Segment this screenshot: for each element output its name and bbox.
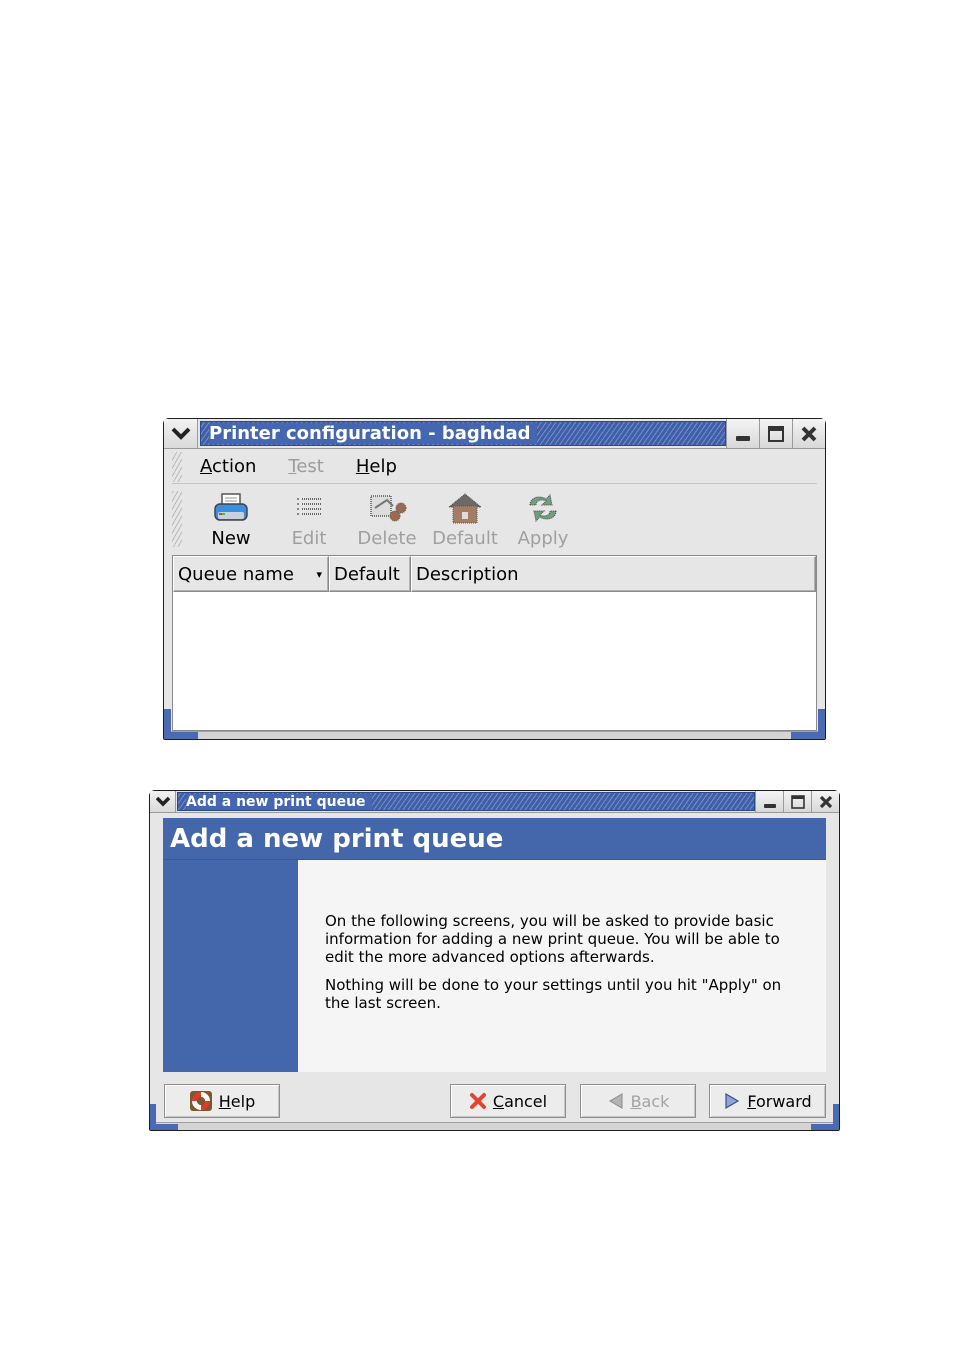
sort-down-icon: ▾	[316, 567, 322, 581]
toolbar-grip-handle[interactable]	[172, 491, 182, 547]
column-description-label: Description	[416, 563, 519, 585]
window-title: Add a new print queue	[177, 792, 755, 811]
back-button[interactable]: Back	[580, 1084, 696, 1118]
edit-button[interactable]: Edit	[274, 490, 344, 549]
window-title-text: Printer configuration - baghdad	[209, 423, 537, 444]
title-bar[interactable]: Add a new print queue	[150, 791, 839, 813]
menu-help-mnemonic: H	[355, 456, 370, 477]
frame-corner-right[interactable]	[833, 1104, 839, 1130]
chevron-down-icon	[155, 796, 170, 806]
forward-mnemonic: F	[747, 1091, 756, 1111]
printer-configuration-window: Printer configuration - baghdad Action T…	[163, 418, 826, 740]
forward-label: Forward	[747, 1092, 811, 1111]
window-title: Printer configuration - baghdad	[200, 421, 726, 446]
help-label: Help	[219, 1092, 255, 1111]
help-button[interactable]: Help	[164, 1084, 280, 1118]
menubar-grip-handle[interactable]	[172, 451, 182, 482]
minimize-icon	[736, 435, 750, 441]
cancel-mnemonic: C	[492, 1091, 505, 1111]
menu-action[interactable]: Action	[200, 456, 256, 477]
menu-test[interactable]: Test	[288, 456, 323, 477]
edit-label: Edit	[291, 527, 327, 549]
window-menu-button[interactable]	[164, 419, 198, 448]
add-print-queue-window: Add a new print queue Add a new print qu…	[149, 790, 840, 1131]
apply-button[interactable]: Apply	[508, 490, 578, 549]
maximize-icon	[790, 794, 805, 809]
queue-list-header: Queue name ▾ Default Description	[173, 556, 816, 592]
window-title-text: Add a new print queue	[186, 793, 372, 810]
close-button[interactable]	[792, 419, 825, 448]
delete-label: Delete	[357, 527, 417, 549]
column-header-default[interactable]: Default	[329, 556, 411, 592]
frame-corner-left[interactable]	[150, 1104, 156, 1130]
back-label-rest: ack	[641, 1091, 670, 1111]
button-row: Help Cancel Back Forward	[163, 1084, 826, 1118]
column-default-label: Default	[334, 563, 400, 585]
default-button[interactable]: Default	[430, 490, 500, 549]
close-icon	[801, 426, 817, 441]
forward-button[interactable]: Forward	[709, 1084, 826, 1118]
window-menu-button[interactable]	[150, 791, 176, 812]
minimize-icon	[763, 803, 776, 808]
close-button[interactable]	[811, 791, 839, 812]
lifebuoy-icon	[189, 1091, 212, 1111]
intro-paragraph: On the following screens, you will be as…	[325, 912, 780, 966]
back-label: Back	[631, 1092, 670, 1111]
forward-label-rest: orward	[755, 1091, 812, 1111]
column-header-description[interactable]: Description	[411, 556, 816, 592]
frame-corner-right[interactable]	[818, 709, 825, 739]
side-panel	[163, 860, 298, 1072]
menu-help[interactable]: Help	[356, 456, 397, 477]
banner-title: Add a new print queue	[170, 823, 504, 854]
new-label: New	[211, 527, 251, 549]
refresh-icon	[529, 493, 557, 522]
cancel-label-rest: ancel	[504, 1091, 548, 1111]
new-button[interactable]: New	[196, 490, 266, 549]
left-arrow-icon	[608, 1093, 623, 1109]
menu-test-label: est	[296, 456, 324, 477]
column-header-queue-name[interactable]: Queue name ▾	[173, 556, 329, 592]
help-mnemonic: H	[218, 1091, 231, 1111]
maximize-button[interactable]	[783, 791, 811, 812]
menu-action-mnemonic: A	[200, 456, 212, 477]
toolbar: New Edit Delete Default Apply	[172, 485, 817, 553]
delete-button[interactable]: Delete	[352, 490, 422, 549]
maximize-button[interactable]	[759, 419, 792, 448]
menu-action-label: ction	[212, 456, 257, 477]
default-label: Default	[432, 527, 498, 549]
x-icon	[469, 1093, 486, 1109]
help-label-rest: elp	[230, 1091, 256, 1111]
minimize-button[interactable]	[726, 419, 759, 448]
back-mnemonic: B	[630, 1091, 642, 1111]
page-banner: Add a new print queue	[163, 818, 826, 860]
menu-bar: Action Test Help	[172, 450, 817, 484]
right-arrow-icon	[725, 1092, 740, 1110]
chevron-down-icon	[171, 427, 190, 440]
maximize-icon	[768, 425, 784, 442]
home-icon	[447, 492, 483, 523]
window-bottom-frame[interactable]	[164, 731, 825, 739]
apply-note-paragraph: Nothing will be done to your settings un…	[325, 976, 782, 1012]
cancel-label: Cancel	[493, 1092, 547, 1111]
frame-corner-left[interactable]	[164, 709, 171, 739]
queue-list[interactable]: Queue name ▾ Default Description	[172, 555, 817, 731]
printer-icon	[214, 492, 248, 521]
cancel-button[interactable]: Cancel	[450, 1084, 566, 1118]
scissors-icon	[370, 494, 407, 521]
window-bottom-frame[interactable]	[150, 1122, 839, 1130]
apply-label: Apply	[517, 527, 569, 549]
list-icon	[297, 497, 321, 515]
column-queue-name-label: Queue name	[178, 563, 294, 585]
intro-content: On the following screens, you will be as…	[298, 860, 826, 1072]
minimize-button[interactable]	[755, 791, 783, 812]
close-icon	[819, 795, 832, 808]
menu-help-label: elp	[369, 456, 397, 477]
title-bar[interactable]: Printer configuration - baghdad	[164, 419, 825, 449]
